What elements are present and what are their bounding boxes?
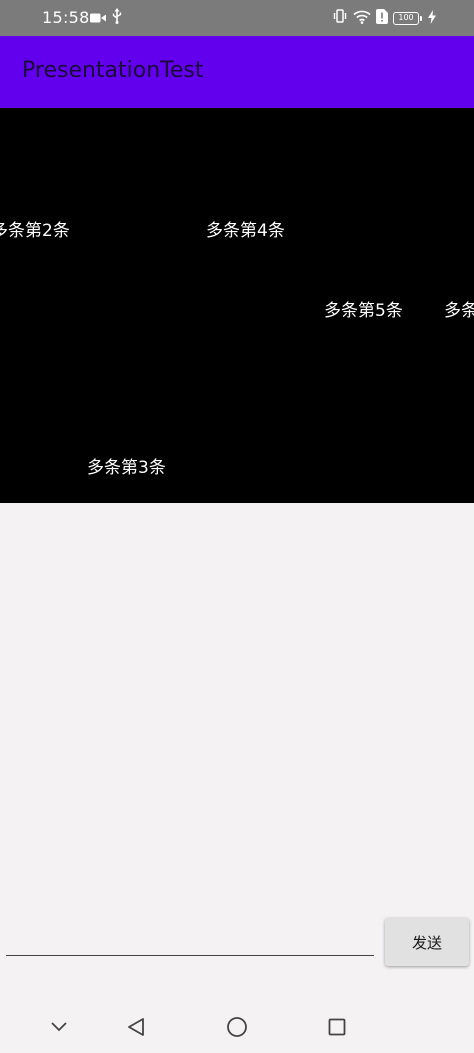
danmaku-item: 多条 [444,301,474,321]
danmaku-item: 多条第3条 [87,458,166,478]
back-triangle-icon[interactable] [123,1014,149,1040]
battery-icon: 100 [393,11,422,25]
danmaku-item: 多条第2条 [0,221,70,241]
home-circle-icon[interactable] [224,1014,250,1040]
send-button[interactable]: 发送 [385,918,469,966]
recent-square-icon[interactable] [324,1014,350,1040]
danmaku-item: 多条第5条 [324,301,403,321]
app-screen: 15:58 100 PresentationTest 条第2条 多条第4条 多条… [0,0,474,1053]
danmaku-view[interactable]: 多条第2条 多条第4条 多条第5条 多条 多条第3条 [0,108,474,503]
message-input[interactable] [6,918,374,956]
app-title: PresentationTest [22,58,204,83]
chevron-down-icon[interactable] [46,1014,72,1040]
navigation-bar [0,1000,474,1053]
app-bar: PresentationTest [0,36,474,108]
status-left-icons [90,8,122,28]
charging-icon [428,9,436,28]
status-right-icons: 100 [332,8,436,28]
video-camera-icon [90,9,106,28]
danmaku-item: 多条第4条 [206,221,285,241]
status-bar: 15:58 100 [0,0,474,36]
sim-alert-icon [376,8,388,28]
usb-icon [112,8,122,28]
status-time: 15:58 [42,8,90,27]
wifi-icon [353,9,371,28]
vibrate-icon [332,8,348,28]
